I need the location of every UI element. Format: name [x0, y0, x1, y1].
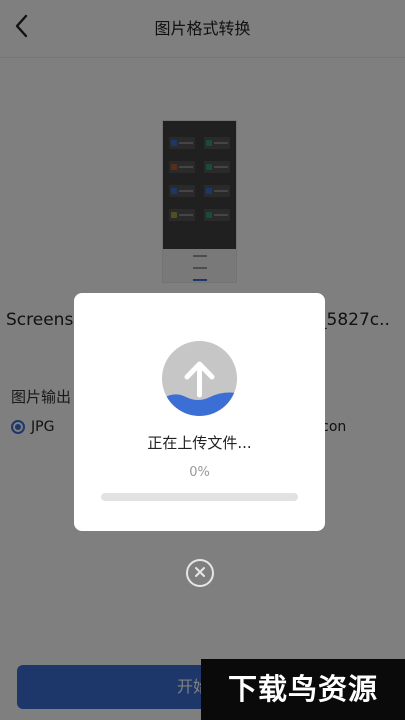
upload-arrow-icon	[162, 341, 237, 416]
close-dialog-button[interactable]	[186, 559, 214, 587]
upload-percent: 0%	[189, 465, 210, 480]
app-screen: 图片格式转换 Screens _5827c.. 图片输出 JPG Icon 开始…	[0, 0, 405, 720]
close-icon	[193, 564, 207, 583]
upload-dialog: 正在上传文件... 0%	[74, 293, 325, 531]
watermark-logo: 下载鸟资源	[201, 659, 405, 720]
upload-status-text: 正在上传文件...	[147, 434, 252, 452]
upload-progress-bar	[101, 493, 298, 501]
